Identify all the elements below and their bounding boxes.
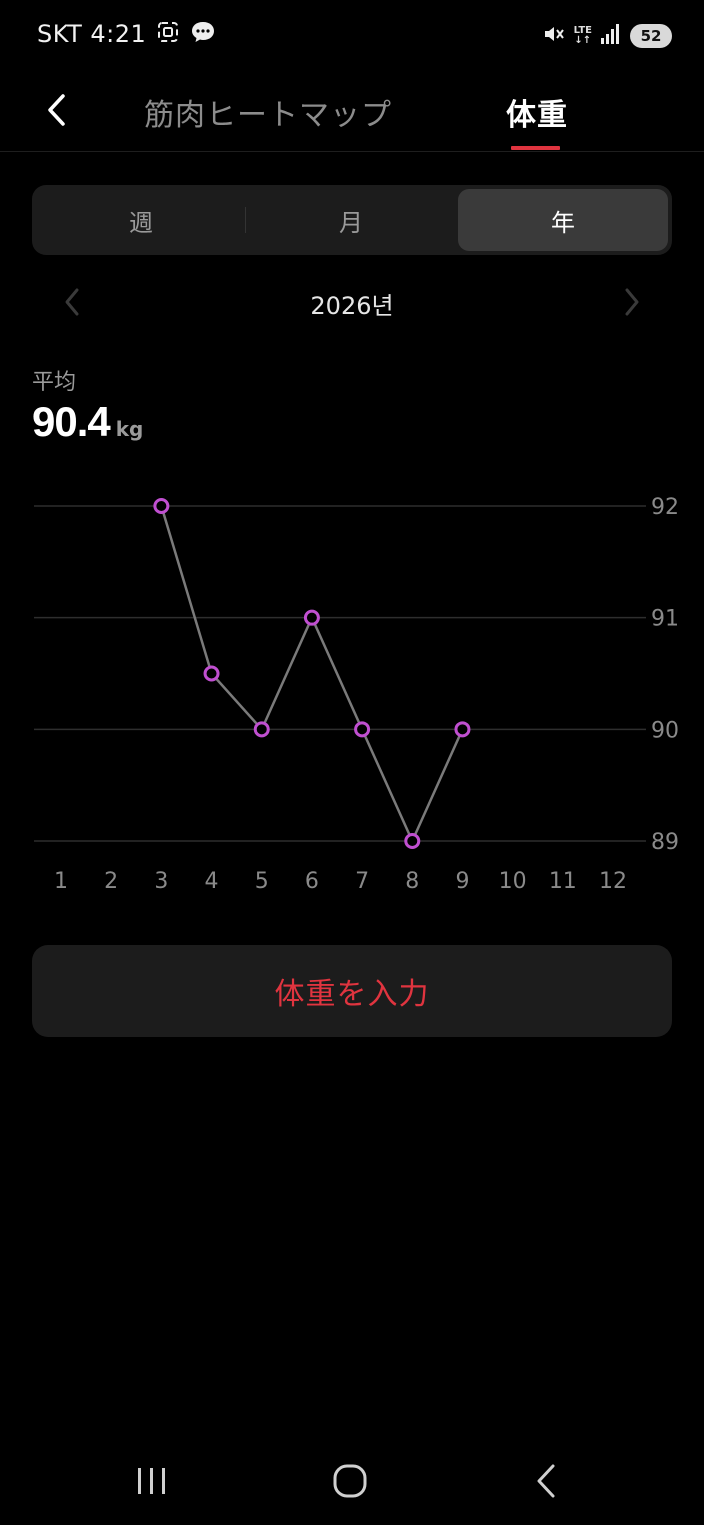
x-tick-label: 9 xyxy=(455,869,469,894)
period-navigator: 2026년 xyxy=(0,278,704,326)
status-bar: SKT 4:21 LTE ↓↑ 52 xyxy=(0,0,704,72)
x-tick-label: 7 xyxy=(355,869,369,894)
x-tick-label: 3 xyxy=(154,869,168,894)
lte-icon: LTE ↓↑ xyxy=(573,25,592,46)
x-tick-label: 12 xyxy=(599,869,627,894)
y-tick-label: 92 xyxy=(651,495,679,520)
header: 筋肉ヒートマップ 体重 xyxy=(0,72,704,152)
status-left: SKT 4:21 xyxy=(37,20,216,48)
x-tick-label: 2 xyxy=(104,869,118,894)
mute-icon xyxy=(542,22,566,50)
recents-button[interactable] xyxy=(122,1456,182,1506)
battery-icon: 52 xyxy=(630,24,672,48)
next-period-button[interactable] xyxy=(616,284,648,320)
home-button[interactable] xyxy=(320,1456,380,1506)
chat-icon xyxy=(190,20,216,48)
home-icon xyxy=(333,1464,367,1498)
average-unit: kg xyxy=(115,417,144,441)
back-button[interactable] xyxy=(36,90,76,130)
status-right: LTE ↓↑ 52 xyxy=(542,22,672,50)
period-segmented-control: 週 月 年 xyxy=(32,185,672,255)
x-tick-label: 10 xyxy=(499,869,527,894)
y-tick-label: 90 xyxy=(651,718,679,743)
system-nav-bar xyxy=(0,1440,704,1520)
average-value: 90.4 xyxy=(32,398,111,445)
y-tick-label: 89 xyxy=(651,830,679,855)
x-tick-label: 6 xyxy=(305,869,319,894)
segment-year[interactable]: 年 xyxy=(458,189,668,251)
data-point xyxy=(253,721,270,738)
x-tick-label: 11 xyxy=(549,869,577,894)
data-point xyxy=(354,721,371,738)
x-tick-label: 4 xyxy=(205,869,219,894)
back-icon xyxy=(537,1464,555,1498)
carrier-time: SKT 4:21 xyxy=(37,20,147,48)
x-tick-label: 1 xyxy=(54,869,68,894)
recents-icon xyxy=(138,1468,165,1494)
weight-chart-svg: 929190891 2 3 4 5 6 7 8 9 10 11 12 xyxy=(34,495,679,894)
tab-weight[interactable]: 体重 xyxy=(506,90,568,134)
y-tick-label: 91 xyxy=(651,607,679,632)
period-label: 2026년 xyxy=(310,292,394,320)
system-back-button[interactable] xyxy=(516,1456,576,1506)
chevron-right-icon xyxy=(625,288,639,316)
data-point xyxy=(303,609,320,626)
average-row: 90.4 kg xyxy=(32,398,143,446)
weight-chart[interactable]: 92 91 90 89 1 2 3 4 5 6 7 8 9 10 11 12 xyxy=(0,470,704,910)
x-tick-label: 8 xyxy=(405,869,419,894)
data-point xyxy=(153,498,170,514)
average-label: 平均 xyxy=(32,370,77,395)
active-tab-indicator xyxy=(511,146,560,150)
segment-month[interactable]: 月 xyxy=(246,189,456,251)
network-type: LTE xyxy=(573,25,592,36)
tab-muscle-heatmap[interactable]: 筋肉ヒートマップ xyxy=(144,90,392,134)
data-point xyxy=(203,665,220,682)
screenshot-icon xyxy=(156,20,180,48)
data-point xyxy=(404,833,421,849)
input-weight-button[interactable]: 体重を入力 xyxy=(32,945,672,1037)
x-tick-label: 5 xyxy=(255,869,269,894)
screen: SKT 4:21 LTE ↓↑ 52 筋肉ヒートマップ 体重 週 月 年 202… xyxy=(0,0,704,1525)
chevron-left-icon xyxy=(48,94,65,126)
segment-week[interactable]: 週 xyxy=(36,189,246,251)
signal-icon xyxy=(600,23,622,49)
data-point xyxy=(454,721,471,738)
